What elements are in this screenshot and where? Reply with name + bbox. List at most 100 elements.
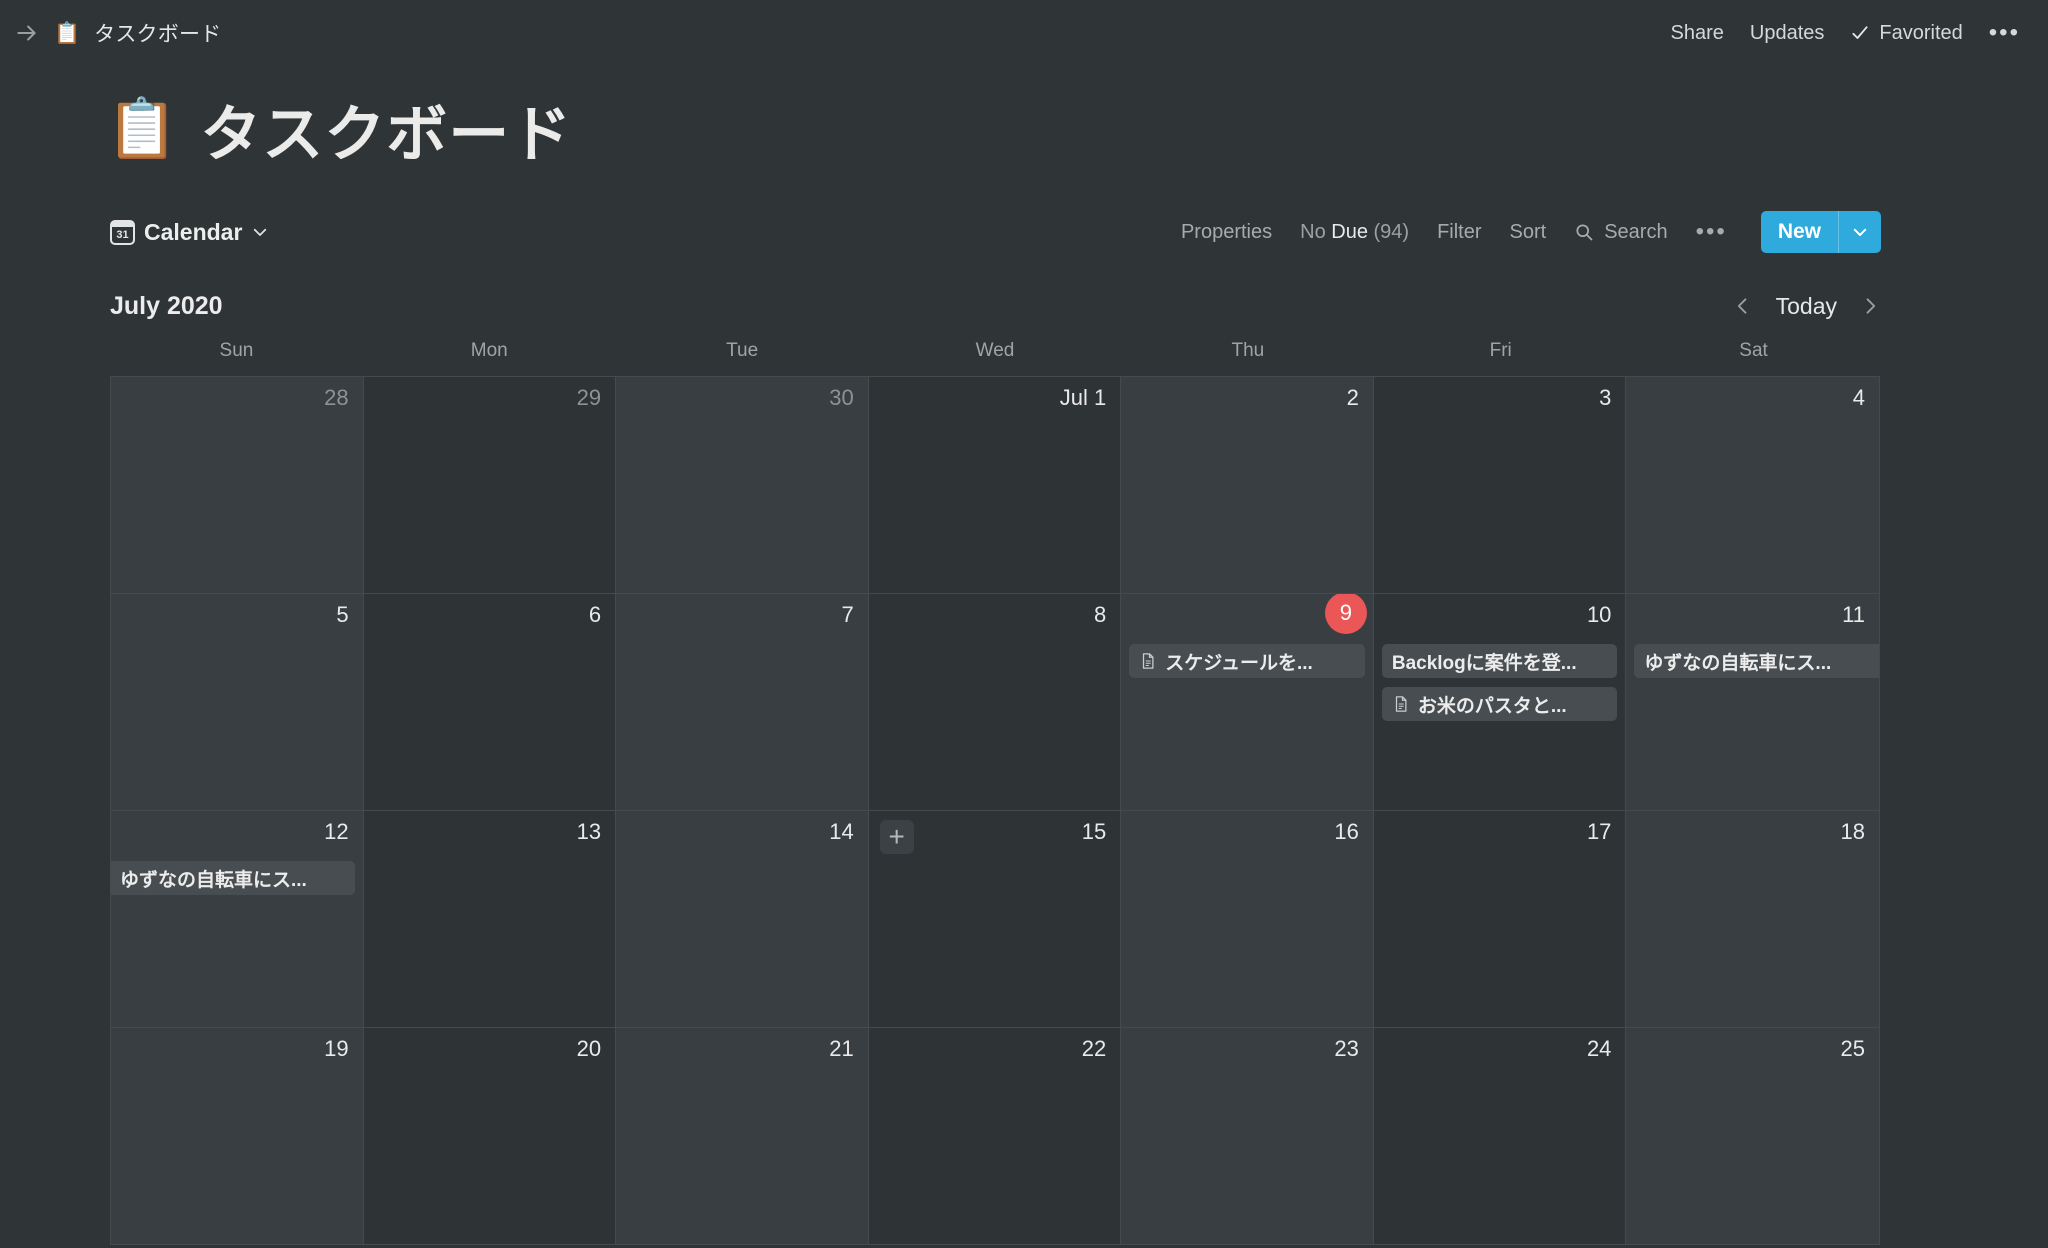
day-number: 18 xyxy=(1840,819,1865,844)
calendar-event-title: お米のパスタと... xyxy=(1417,695,1567,717)
next-month-button[interactable] xyxy=(1859,294,1881,318)
calendar-day-cell[interactable]: 19 xyxy=(111,1028,364,1244)
calendar-event[interactable]: スケジュールを... xyxy=(1129,644,1365,678)
calendar-day-cell[interactable]: 3 xyxy=(1373,377,1627,593)
calendar-day-cell[interactable]: +15 xyxy=(868,811,1122,1027)
calendar-day-cell[interactable]: 4 xyxy=(1626,377,1879,593)
calendar-day-cell[interactable]: 24 xyxy=(1373,1028,1627,1244)
day-number: 24 xyxy=(1586,1036,1612,1061)
calendar-day-cell[interactable]: 7 xyxy=(616,594,869,810)
calendar-event[interactable]: Backlogに案件を登... xyxy=(1381,644,1618,678)
calendar-day-cell[interactable]: 8 xyxy=(868,594,1122,810)
favorited-button[interactable]: Favorited xyxy=(1850,21,1963,45)
chevron-down-icon[interactable] xyxy=(251,223,269,241)
toolbar-actions: Properties No Due (94) Filter Sort Searc… xyxy=(1181,211,1881,253)
clipboard-icon: 📋 xyxy=(54,21,81,45)
calendar-day-cell[interactable]: 6 xyxy=(363,594,617,810)
calendar-day-cell[interactable]: Jul 1 xyxy=(868,377,1122,593)
search-label: Search xyxy=(1604,220,1668,243)
calendar-day-cell[interactable]: 9 スケジュールを... xyxy=(1121,594,1374,810)
day-number: 15 xyxy=(1081,819,1107,844)
calendar-day-cell[interactable]: 13 xyxy=(363,811,617,1027)
calendar-day-cell[interactable]: 29 xyxy=(363,377,617,593)
calendar-header: July 2020 Today xyxy=(110,283,1881,329)
breadcrumb-title[interactable]: タスクボード xyxy=(94,18,221,48)
day-number: 25 xyxy=(1840,1036,1865,1061)
page-title-text[interactable]: タスクボード xyxy=(200,84,572,173)
day-number: 10 xyxy=(1586,602,1612,627)
calendar-day-cell[interactable]: 10 Backlogに案件を登... お米のパスタと... xyxy=(1373,594,1627,810)
calendar-day-cell[interactable]: 11 ゆずなの自転車にス... xyxy=(1626,594,1879,810)
weekday-header-sat: Sat xyxy=(1739,340,1768,361)
day-number: Jul 1 xyxy=(1059,385,1107,410)
add-event-button[interactable]: + xyxy=(879,820,914,854)
calendar-weeks: 28 29 30 Jul 1 2 3 4 5 6 7 8 9 スケジュールを... 10 Backlogに案… xyxy=(110,376,1880,1245)
top-bar: 📋 タスクボード Share Updates Favorited ••• xyxy=(0,0,2048,66)
calendar-day-cell[interactable]: 25 xyxy=(1626,1028,1879,1244)
no-due-button[interactable]: No Due (94) xyxy=(1300,221,1409,244)
day-number: 23 xyxy=(1334,1036,1359,1061)
calendar-day-cell[interactable]: 14 xyxy=(616,811,869,1027)
notion-calendar-page: 📋 タスクボード Share Updates Favorited ••• 📋 タ… xyxy=(0,0,2048,1248)
day-number: 12 xyxy=(324,819,349,844)
calendar-day-cell[interactable]: 30 xyxy=(616,377,869,593)
more-options-icon[interactable]: ••• xyxy=(1989,21,2020,45)
filter-button[interactable]: Filter xyxy=(1437,221,1481,244)
calendar-day-cell[interactable]: 22 xyxy=(868,1028,1122,1244)
calendar-day-cell[interactable]: 18 xyxy=(1626,811,1879,1027)
calendar-day-cell[interactable]: 2 xyxy=(1121,377,1374,593)
favorited-label: Favorited xyxy=(1879,21,1963,44)
calendar-day-cell[interactable]: 5 xyxy=(111,594,364,810)
calendar-event-title: ゆずなの自転車にス... xyxy=(120,869,307,891)
calendar-event-title: ゆずなの自転車にス... xyxy=(1644,652,1832,674)
calendar-day-cell[interactable]: 21 xyxy=(616,1028,869,1244)
day-number-today: 9 xyxy=(1324,594,1367,634)
day-number: 17 xyxy=(1586,819,1612,844)
day-number: 3 xyxy=(1599,385,1612,410)
day-number: 6 xyxy=(588,602,602,627)
calendar-event[interactable]: お米のパスタと... xyxy=(1381,687,1618,721)
share-button[interactable]: Share xyxy=(1671,22,1724,45)
day-number: 16 xyxy=(1334,819,1359,844)
calendar-event[interactable]: ゆずなの自転車にス... xyxy=(1634,644,1879,678)
day-number: 30 xyxy=(829,385,854,410)
day-events: ゆずなの自転車にス... xyxy=(111,861,363,904)
search-icon xyxy=(1574,222,1594,242)
weekday-header-row: Sun Mon Tue Wed Thu Fri Sat xyxy=(110,340,1880,376)
toolbar-more-icon[interactable]: ••• xyxy=(1696,220,1727,244)
calendar-day-cell[interactable]: 12 ゆずなの自転車にス... xyxy=(111,811,364,1027)
calendar-day-cell[interactable]: 17 xyxy=(1373,811,1627,1027)
no-due-count: (94) xyxy=(1367,220,1410,243)
day-events: Backlogに案件を登... お米のパスタと... xyxy=(1374,644,1626,730)
day-number: 14 xyxy=(829,819,854,844)
calendar-day-cell[interactable]: 16 xyxy=(1121,811,1374,1027)
day-number: 28 xyxy=(324,385,349,410)
day-events: スケジュールを... xyxy=(1121,644,1373,687)
calendar-event[interactable]: ゆずなの自転車にス... xyxy=(111,861,355,895)
search-button[interactable]: Search xyxy=(1574,220,1668,244)
day-number: 22 xyxy=(1081,1036,1107,1061)
properties-button[interactable]: Properties xyxy=(1181,221,1272,244)
check-icon xyxy=(1850,23,1870,43)
weekday-header-sun: Sun xyxy=(219,340,254,361)
calendar-day-cell[interactable]: 28 xyxy=(111,377,364,593)
calendar-grid: Sun Mon Tue Wed Thu Fri Sat 28 29 30 Jul 12345678… xyxy=(110,340,1880,1245)
arrow-right-icon[interactable] xyxy=(14,20,40,46)
sort-button[interactable]: Sort xyxy=(1510,221,1547,244)
new-button-dropdown[interactable] xyxy=(1839,211,1881,253)
day-number: 19 xyxy=(324,1036,349,1061)
tab-calendar-view[interactable]: 31 Calendar xyxy=(110,219,269,246)
day-number: 2 xyxy=(1346,385,1359,410)
today-button[interactable]: Today xyxy=(1776,293,1837,320)
prev-month-button[interactable] xyxy=(1732,294,1754,318)
calendar-week-row: 19 20 21 22 23 24 25 xyxy=(111,1028,1879,1245)
new-button[interactable]: New xyxy=(1760,211,1881,253)
view-name-label: Calendar xyxy=(144,218,243,245)
calendar-day-cell[interactable]: 23 xyxy=(1121,1028,1374,1244)
calendar-week-row: 5 6 7 8 9 スケジュールを... 10 Backlogに案件を登... お米のパスタと.… xyxy=(111,594,1879,811)
page-emoji-icon[interactable]: 📋 xyxy=(106,99,178,158)
calendar-day-cell[interactable]: 20 xyxy=(363,1028,617,1244)
calendar-event-title: Backlogに案件を登... xyxy=(1391,652,1577,674)
database-toolbar: 31 Calendar Properties No Due (94) Filte… xyxy=(110,208,1881,256)
updates-button[interactable]: Updates xyxy=(1750,22,1825,45)
